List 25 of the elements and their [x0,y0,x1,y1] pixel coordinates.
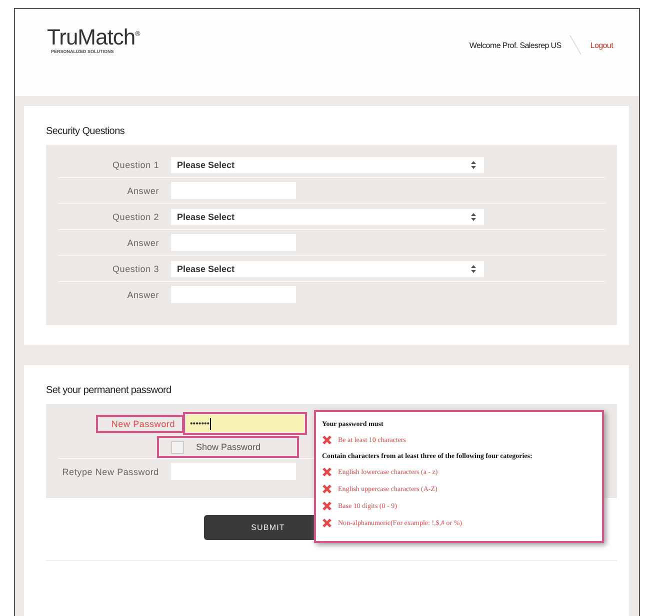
field-label: Answer [126,290,160,300]
field-label: Question 3 [111,264,160,274]
question-select[interactable]: Please Select [171,156,484,172]
answer-field[interactable] [171,286,296,303]
logout-link[interactable]: Logout [590,40,613,50]
field-label: Retype New Password [61,466,160,476]
question-select[interactable]: Please Select [171,260,484,276]
show-password-checkbox[interactable]: Show Password [159,438,297,456]
updown-icon [471,160,476,168]
logo: TruMatch$^{®}$ [47,23,140,50]
updown-icon [471,264,476,272]
field-label: Answer [126,186,160,196]
updown-icon [471,212,476,220]
field-label: Question 2 [111,212,160,222]
field-label: Question 1 [111,160,160,170]
section-title: Security Questions [46,126,126,137]
answer-field[interactable] [171,182,296,199]
new-password-field[interactable]: ••••••• [186,415,304,432]
retype-password-field[interactable] [171,463,296,480]
welcome-text: Welcome Prof. Salesrep US [469,40,562,50]
question-select[interactable]: Please Select [171,208,484,224]
answer-field[interactable] [171,234,296,251]
new-password-label: New Password [97,416,183,432]
field-label: Answer [126,238,160,248]
section-title: Set your permanent password [46,385,172,396]
